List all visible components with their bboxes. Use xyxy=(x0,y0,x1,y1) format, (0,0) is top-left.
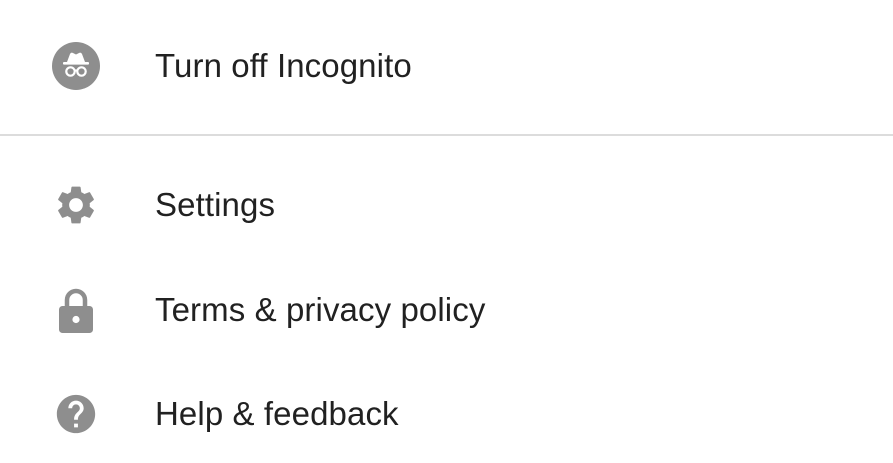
menu-item-terms-privacy[interactable]: Terms & privacy policy xyxy=(0,265,893,355)
account-menu: Turn off Incognito Settings Terms & priv… xyxy=(0,0,893,463)
menu-item-label: Help & feedback xyxy=(155,395,399,432)
lock-icon xyxy=(52,286,100,334)
menu-item-label: Terms & privacy policy xyxy=(155,291,486,328)
menu-divider xyxy=(0,134,893,136)
menu-item-help-feedback[interactable]: Help & feedback xyxy=(0,369,893,459)
help-icon xyxy=(52,390,100,438)
menu-item-label: Settings xyxy=(155,186,276,223)
gear-icon xyxy=(52,181,100,229)
menu-item-label: Turn off Incognito xyxy=(155,47,412,84)
incognito-icon xyxy=(52,42,100,90)
menu-item-settings[interactable]: Settings xyxy=(0,160,893,250)
menu-item-turn-off-incognito[interactable]: Turn off Incognito xyxy=(0,21,893,111)
